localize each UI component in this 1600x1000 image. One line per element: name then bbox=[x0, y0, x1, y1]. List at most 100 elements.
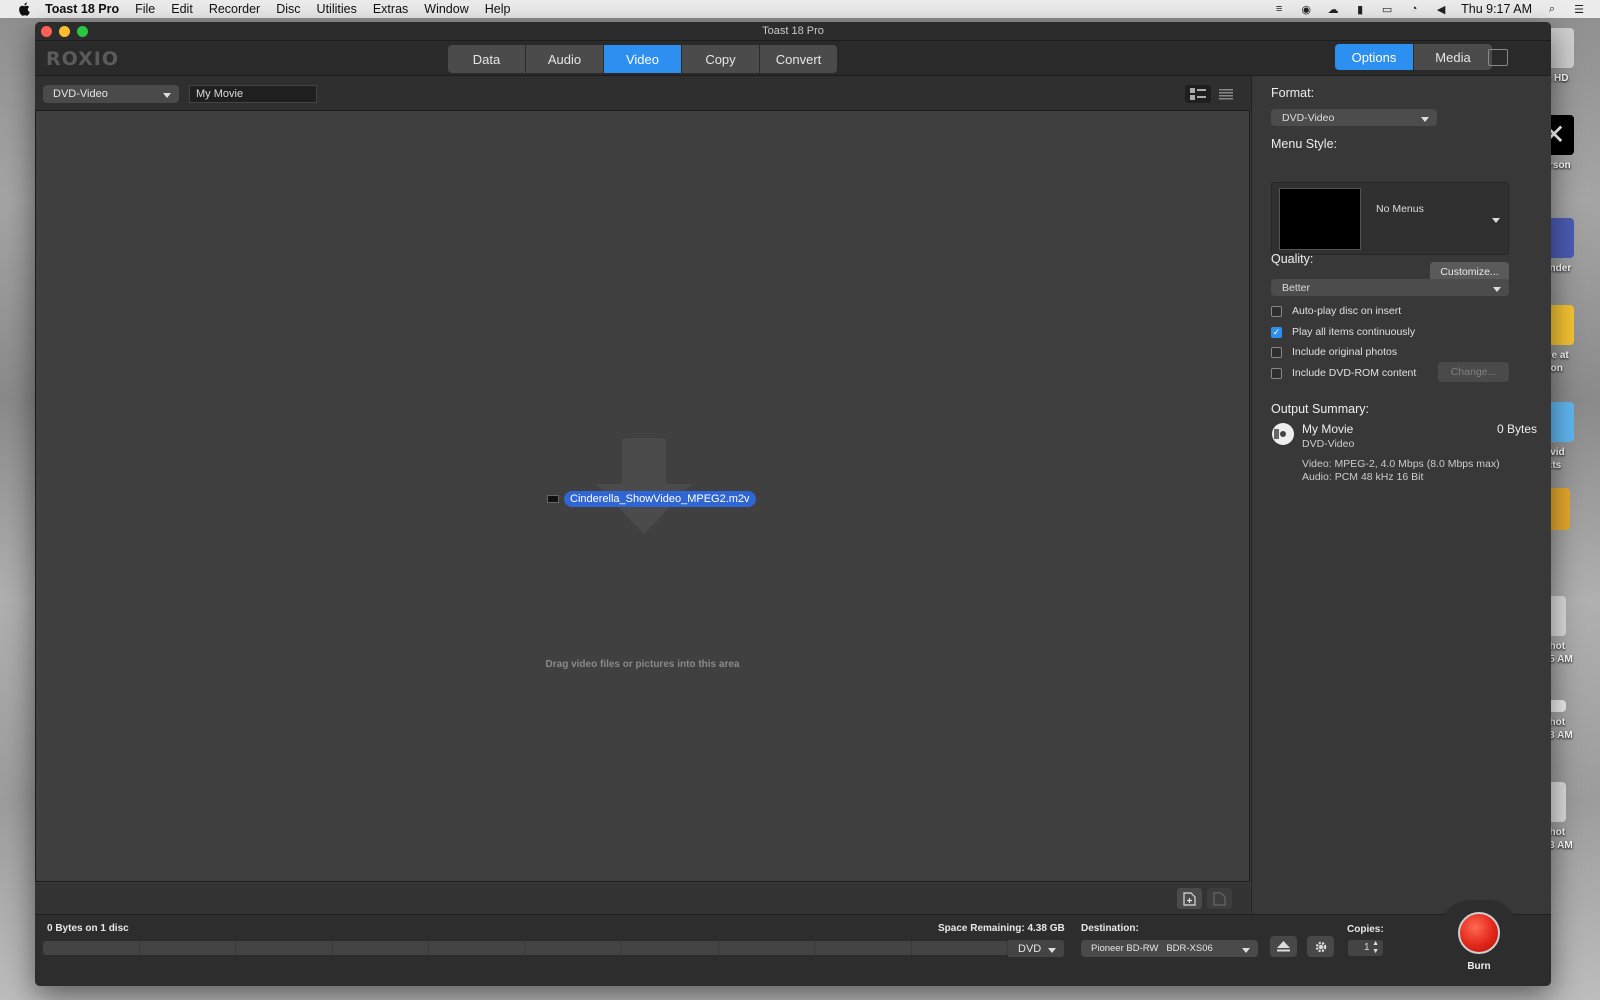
tab-media[interactable]: Media bbox=[1414, 44, 1492, 70]
tab-options[interactable]: Options bbox=[1335, 44, 1413, 70]
thumbnail-view-button[interactable] bbox=[1185, 85, 1211, 103]
copies-stepper[interactable]: 1 ▲ ▼ bbox=[1348, 940, 1383, 956]
chevron-down-icon bbox=[1048, 947, 1056, 953]
mixer-icon[interactable]: ≡ bbox=[1272, 3, 1286, 15]
quality-select[interactable]: Better bbox=[1271, 279, 1509, 296]
video-file-icon bbox=[547, 495, 559, 503]
window-controls bbox=[41, 26, 88, 37]
dvd-disc-icon bbox=[1272, 423, 1294, 445]
format-select[interactable]: DVD-Video bbox=[43, 85, 179, 103]
location-icon[interactable]: ◉ bbox=[1299, 3, 1313, 16]
include-photos-option[interactable]: Include original photos bbox=[1271, 346, 1397, 358]
quality-label: Quality: bbox=[1271, 252, 1314, 266]
minimize-window-icon[interactable] bbox=[59, 26, 70, 37]
copies-label: Copies: bbox=[1347, 924, 1384, 935]
menu-help[interactable]: Help bbox=[477, 0, 519, 18]
dvd-rom-checkbox[interactable] bbox=[1271, 367, 1282, 379]
drop-area[interactable]: Cinderella_ShowVideo_MPEG2.m2v Drag vide… bbox=[35, 110, 1250, 882]
project-tabs: Data Audio Video Copy Convert bbox=[448, 45, 838, 73]
thumbnail-view-icon bbox=[1190, 88, 1206, 100]
list-view-button[interactable] bbox=[1213, 85, 1239, 103]
menu-app-name[interactable]: Toast 18 Pro bbox=[41, 0, 127, 18]
chevron-down-icon bbox=[1242, 947, 1250, 953]
menu-recorder[interactable]: Recorder bbox=[201, 0, 268, 18]
title-bar[interactable]: Toast 18 Pro bbox=[35, 22, 1551, 41]
zoom-window-icon[interactable] bbox=[77, 26, 88, 37]
battery-icon[interactable]: ▮ bbox=[1353, 3, 1367, 16]
chevron-down-icon bbox=[1492, 218, 1500, 223]
settings-button[interactable] bbox=[1307, 936, 1334, 957]
volume-icon[interactable]: ◀ bbox=[1434, 3, 1448, 16]
eject-button[interactable] bbox=[1270, 936, 1297, 957]
include-photos-checkbox[interactable] bbox=[1271, 346, 1282, 358]
space-remaining: Space Remaining: 4.38 GB bbox=[938, 923, 1065, 934]
summary-name: My Movie bbox=[1302, 422, 1354, 436]
toast-window: Toast 18 Pro ROXIO Data Audio Video Copy… bbox=[35, 22, 1551, 986]
disc-type-select[interactable]: DVD bbox=[1008, 940, 1064, 957]
dragged-file-name: Cinderella_ShowVideo_MPEG2.m2v bbox=[564, 491, 756, 507]
destination-value: Pioneer BD-RW BDR-XS06 bbox=[1091, 943, 1213, 954]
clock[interactable]: Thu 9:17 AM bbox=[1461, 2, 1532, 16]
burn-label: Burn bbox=[1467, 961, 1491, 972]
airplay-icon[interactable]: ▭ bbox=[1380, 3, 1394, 16]
close-window-icon[interactable] bbox=[41, 26, 52, 37]
change-button[interactable]: Change... bbox=[1438, 362, 1509, 382]
add-file-icon bbox=[1183, 891, 1196, 906]
menu-bar: Toast 18 Pro File Edit Recorder Disc Uti… bbox=[0, 0, 1600, 18]
status-menus: ≡ ◉ ☁ ▮ ▭ ◔ ◀ Thu 9:17 AM ⌕ ☰ bbox=[1272, 2, 1600, 16]
dragged-file[interactable]: Cinderella_ShowVideo_MPEG2.m2v bbox=[547, 491, 756, 507]
detach-panel-icon[interactable] bbox=[1488, 49, 1508, 66]
tab-data[interactable]: Data bbox=[448, 45, 525, 73]
notification-center-icon[interactable]: ☰ bbox=[1572, 3, 1586, 16]
menu-style-select[interactable]: No Menus bbox=[1271, 182, 1509, 255]
tab-audio[interactable]: Audio bbox=[526, 45, 603, 73]
disc-name-field[interactable]: My Movie bbox=[189, 85, 317, 103]
menu-file[interactable]: File bbox=[127, 0, 163, 18]
summary-video: Video: MPEG-2, 4.0 Mbps (8.0 Mbps max) bbox=[1302, 458, 1500, 470]
menu-utilities[interactable]: Utilities bbox=[309, 0, 365, 18]
bytes-on-disc: 0 Bytes on 1 disc bbox=[47, 923, 129, 934]
window-title: Toast 18 Pro bbox=[762, 25, 824, 37]
output-format-select[interactable]: DVD-Video bbox=[1271, 109, 1437, 126]
gear-icon bbox=[1315, 941, 1326, 952]
chevron-down-icon bbox=[163, 93, 171, 98]
format-select-value: DVD-Video bbox=[53, 88, 108, 100]
drive-icon bbox=[1548, 488, 1570, 530]
menu-disc[interactable]: Disc bbox=[268, 0, 308, 18]
output-format-value: DVD-Video bbox=[1282, 111, 1335, 124]
remove-file-button[interactable] bbox=[1207, 888, 1232, 909]
play-all-checkbox[interactable]: ✓ bbox=[1271, 326, 1282, 338]
tab-copy[interactable]: Copy bbox=[682, 45, 759, 73]
play-all-label: Play all items continuously bbox=[1292, 326, 1416, 338]
list-view-icon bbox=[1219, 88, 1233, 99]
roxio-logo: ROXIO bbox=[46, 48, 119, 70]
menu-window[interactable]: Window bbox=[416, 0, 476, 18]
status-bar: 0 Bytes on 1 disc Space Remaining: 4.38 … bbox=[35, 914, 1551, 986]
menu-style-value: No Menus bbox=[1376, 203, 1424, 215]
search-icon[interactable]: ⌕ bbox=[1545, 3, 1559, 15]
summary-format: DVD-Video bbox=[1302, 438, 1355, 450]
stepper-arrows-icon: ▲ ▼ bbox=[1372, 940, 1379, 955]
disc-type-value: DVD bbox=[1018, 942, 1042, 955]
destination-select[interactable]: Pioneer BD-RW BDR-XS06 bbox=[1081, 940, 1258, 957]
dvd-rom-option[interactable]: Include DVD-ROM content bbox=[1271, 367, 1416, 379]
burn-button[interactable] bbox=[1458, 912, 1500, 954]
remove-file-icon bbox=[1213, 891, 1226, 906]
apple-menu-icon[interactable] bbox=[17, 2, 31, 16]
burn-area: Burn bbox=[1440, 900, 1518, 986]
menu-edit[interactable]: Edit bbox=[163, 0, 201, 18]
add-file-button[interactable] bbox=[1177, 888, 1202, 909]
tab-convert[interactable]: Convert bbox=[760, 45, 837, 73]
quality-value: Better bbox=[1282, 281, 1311, 294]
options-panel: Format: DVD-Video Menu Style: No Menus C… bbox=[1251, 76, 1551, 914]
wifi-icon[interactable]: ◔ bbox=[1407, 3, 1421, 15]
menu-extras[interactable]: Extras bbox=[365, 0, 416, 18]
autoplay-checkbox[interactable] bbox=[1271, 305, 1282, 317]
autoplay-label: Auto-play disc on insert bbox=[1292, 305, 1402, 317]
panel-tabs: Options Media bbox=[1335, 44, 1493, 70]
cloud-icon[interactable]: ☁ bbox=[1326, 3, 1340, 16]
play-all-option[interactable]: ✓ Play all items continuously bbox=[1271, 326, 1415, 338]
menu-style-preview bbox=[1279, 188, 1361, 250]
tab-video[interactable]: Video bbox=[604, 45, 681, 73]
autoplay-option[interactable]: Auto-play disc on insert bbox=[1271, 305, 1401, 317]
